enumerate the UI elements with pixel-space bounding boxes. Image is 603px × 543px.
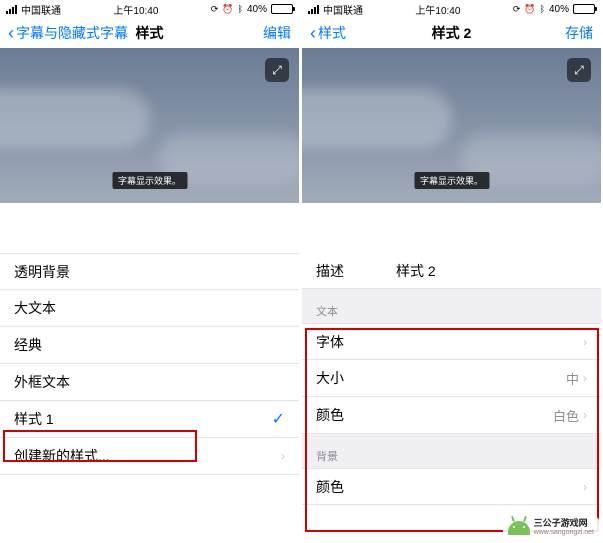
section-header-text: 文本 [302, 289, 601, 323]
status-bar: 中国联通 上午10:40 ⟳ ⏰ ᛒ 40% [302, 0, 601, 18]
nav-bar: ‹ 样式 样式 2 存储 [302, 18, 601, 48]
expand-icon: ⤢ [574, 63, 584, 78]
style-option-transparent-bg[interactable]: 透明背景 [0, 253, 299, 290]
checkmark-icon: ✓ [272, 409, 285, 429]
watermark: 三公子游戏网 www.sangongzi.net [503, 517, 599, 539]
right-screenshot: 中国联通 上午10:40 ⟳ ⏰ ᛒ 40% ‹ 样式 样式 2 存储 ⤢ [302, 0, 601, 543]
style-option-style1[interactable]: 样式 1 ✓ [0, 401, 299, 438]
expand-button[interactable]: ⤢ [567, 58, 591, 82]
background-settings: 颜色 › [302, 468, 601, 505]
text-color-row[interactable]: 颜色 白色 › [302, 397, 601, 434]
edit-button[interactable]: 编辑 [263, 23, 291, 43]
bg-color-row[interactable]: 颜色 › [302, 468, 601, 505]
description-value: 样式 2 [396, 261, 436, 281]
status-time: 上午10:40 [415, 2, 460, 17]
style-option-outline-text[interactable]: 外框文本 [0, 364, 299, 401]
watermark-url: www.sangongzi.net [534, 529, 594, 537]
page-title: 样式 [136, 23, 164, 43]
battery-pct: 40% [549, 4, 569, 15]
carrier-label: 中国联通 [21, 2, 61, 17]
back-label: 样式 [318, 23, 346, 43]
chevron-right-icon: › [583, 408, 587, 422]
style-option-classic[interactable]: 经典 [0, 327, 299, 364]
alarm-icon: ⏰ [222, 4, 233, 15]
back-button[interactable]: ‹ 样式 [310, 23, 346, 43]
bluetooth-icon: ᛒ [540, 4, 545, 14]
status-time: 上午10:40 [113, 2, 158, 17]
expand-icon: ⤢ [272, 63, 282, 78]
caption-preview: ⤢ 字幕显示效果。 [0, 48, 299, 203]
description-label: 描述 [316, 261, 396, 281]
alarm-icon: ⏰ [524, 4, 535, 15]
text-settings: 字体 › 大小 中 › 颜色 白色 › [302, 323, 601, 434]
page-title: 样式 2 [432, 23, 472, 43]
left-screenshot: 中国联通 上午10:40 ⟳ ⏰ ᛒ 40% ‹ 字幕与隐藏式字幕 样式 编辑 … [0, 0, 299, 543]
style-option-large-text[interactable]: 大文本 [0, 290, 299, 327]
chevron-right-icon: › [583, 371, 587, 385]
orientation-lock-icon: ⟳ [513, 4, 521, 15]
style-list: 透明背景 大文本 经典 外框文本 样式 1 ✓ 创建新的样式... › [0, 253, 299, 475]
caption-sample: 字幕显示效果。 [414, 172, 489, 189]
signal-icon [6, 5, 17, 14]
save-button[interactable]: 存储 [565, 23, 593, 43]
expand-button[interactable]: ⤢ [265, 58, 289, 82]
nav-bar: ‹ 字幕与隐藏式字幕 样式 编辑 [0, 18, 299, 48]
battery-icon [573, 4, 595, 14]
chevron-right-icon: › [583, 335, 587, 349]
section-header-background: 背景 [302, 434, 601, 468]
back-label: 字幕与隐藏式字幕 [16, 23, 128, 43]
chevron-left-icon: ‹ [310, 24, 316, 42]
battery-icon [271, 4, 293, 14]
android-icon [508, 521, 530, 535]
bluetooth-icon: ᛒ [238, 4, 243, 14]
font-row[interactable]: 字体 › [302, 323, 601, 360]
signal-icon [308, 5, 319, 14]
caption-preview: ⤢ 字幕显示效果。 [302, 48, 601, 203]
chevron-left-icon: ‹ [8, 24, 14, 42]
status-bar: 中国联通 上午10:40 ⟳ ⏰ ᛒ 40% [0, 0, 299, 18]
size-row[interactable]: 大小 中 › [302, 360, 601, 397]
carrier-label: 中国联通 [323, 2, 363, 17]
back-button[interactable]: ‹ 字幕与隐藏式字幕 [8, 23, 128, 43]
orientation-lock-icon: ⟳ [211, 4, 219, 15]
description-row[interactable]: 描述 样式 2 [302, 253, 601, 289]
caption-sample: 字幕显示效果。 [112, 172, 187, 189]
create-new-style[interactable]: 创建新的样式... › [0, 438, 299, 475]
chevron-right-icon: › [583, 480, 587, 494]
watermark-name: 三公子游戏网 [534, 519, 594, 529]
battery-pct: 40% [247, 4, 267, 15]
chevron-right-icon: › [281, 449, 285, 463]
